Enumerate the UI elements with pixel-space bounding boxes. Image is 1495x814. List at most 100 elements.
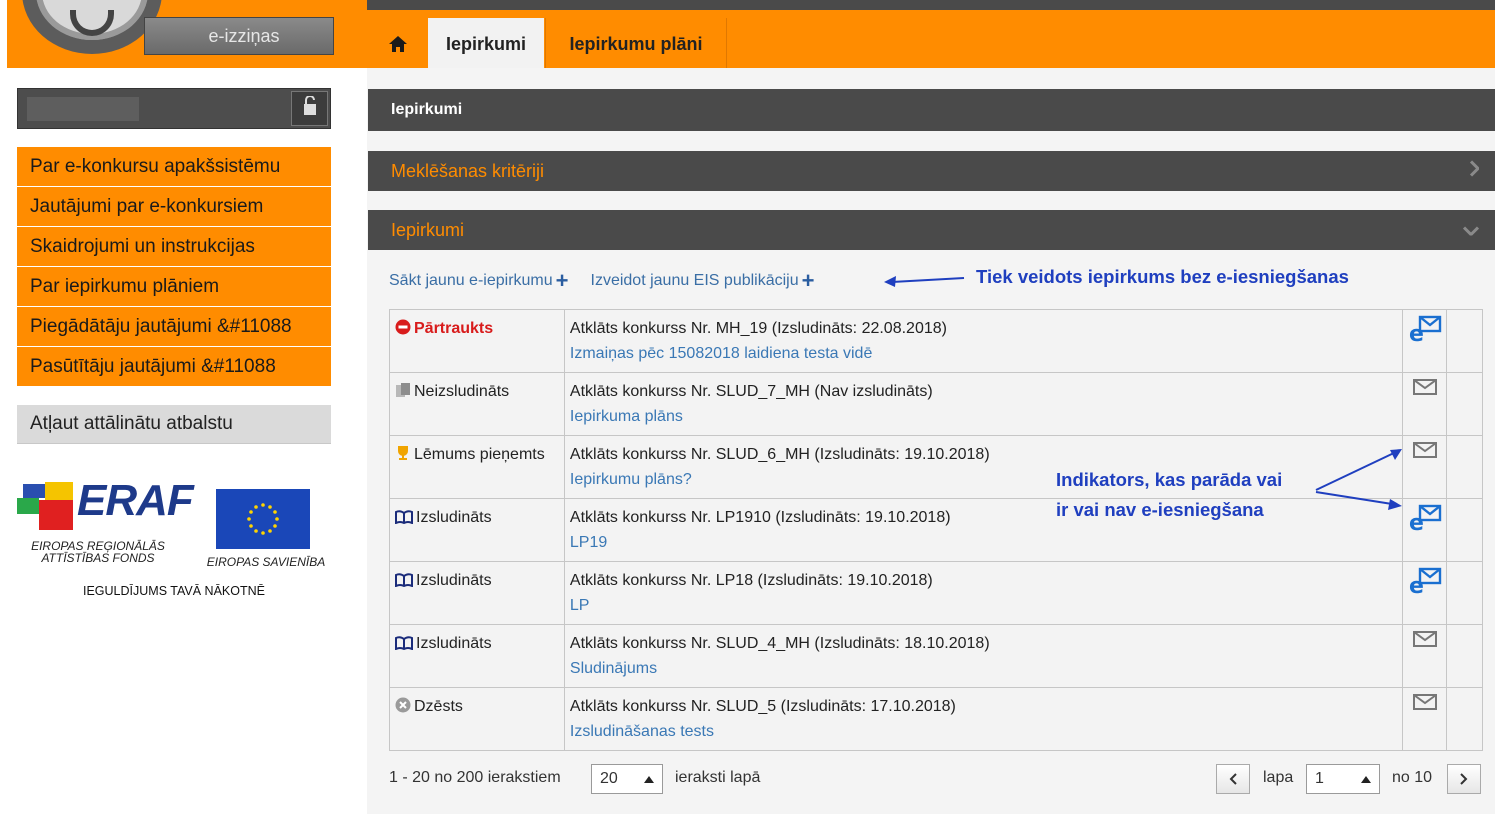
- table-row[interactable]: Pārtraukts Atklāts konkurss Nr. MH_19 (I…: [389, 309, 1483, 373]
- status-label: Neizsludināts: [414, 383, 510, 400]
- procurements-header[interactable]: Iepirkumi: [368, 210, 1495, 250]
- procurement-link[interactable]: Sludinājums: [570, 656, 1397, 681]
- e-submission-icon[interactable]: e: [1408, 504, 1442, 536]
- annotation-arrow-icon: [884, 276, 965, 287]
- sidebar-item-par-planiem[interactable]: Par iepirkumu plāniem: [17, 267, 331, 307]
- status-cell: Lēmums pieņemts: [389, 435, 565, 499]
- procurement-title: Atklāts konkurss Nr. SLUD_5 (Izsludināts…: [569, 698, 956, 715]
- status-label: Izsludināts: [416, 635, 492, 652]
- book-icon: [395, 633, 413, 658]
- create-eis-publication-link[interactable]: Izveidot jaunu EIS publikāciju: [591, 272, 799, 290]
- envelope-icon[interactable]: [1412, 378, 1438, 396]
- procurement-title: Atklāts konkurss Nr. LP18 (Izsludināts: …: [569, 572, 933, 589]
- status-cell: Neizsludināts: [389, 372, 565, 436]
- status-cell: Dzēsts: [389, 687, 565, 751]
- sidebar-item-piegadataju[interactable]: Piegādātāju jautājumi &#11088: [17, 307, 331, 347]
- e-submission-cell: e: [1402, 561, 1448, 625]
- e-izzinas-button[interactable]: e-izziņas: [144, 17, 334, 55]
- unlock-icon: [303, 95, 317, 121]
- deleted-icon: [395, 696, 411, 721]
- eraf-subtitle-line2: ATTĪSTĪBAS FONDS: [41, 551, 155, 565]
- procurement-title: Atklāts konkurss Nr. SLUD_4_MH (Izsludin…: [569, 635, 990, 652]
- status-label: Izsludināts: [416, 572, 492, 589]
- caret-up-icon: [1361, 776, 1371, 783]
- eraf-text: ERAF: [77, 476, 194, 525]
- procurement-title: Atklāts konkurss Nr. SLUD_6_MH (Izsludin…: [569, 446, 990, 463]
- procurement-cell: Atklāts konkurss Nr. LP18 (Izsludināts: …: [563, 561, 1404, 625]
- annotation-indicator: Indikators, kas parāda vai ir vai nav e-…: [1056, 465, 1282, 525]
- svg-text:e: e: [1409, 574, 1424, 595]
- start-new-e-procurement-link[interactable]: Sākt jaunu e-iepirkumu: [389, 272, 553, 290]
- annotation-no-e-submission: Tiek veidots iepirkums bez e-iesniegšana…: [976, 266, 1349, 287]
- procurement-cell: Atklāts konkurss Nr. MH_19 (Izsludināts:…: [563, 309, 1404, 373]
- prev-page-button[interactable]: [1216, 764, 1250, 794]
- status-cell: Izsludināts: [389, 561, 565, 625]
- status-label: Lēmums pieņemts: [414, 446, 545, 463]
- login-input[interactable]: [27, 97, 139, 121]
- chevron-right-icon: [1469, 160, 1481, 182]
- plus-icon[interactable]: +: [802, 270, 815, 292]
- book-icon: [395, 570, 413, 595]
- table-row[interactable]: Izsludināts Atklāts konkurss Nr. SLUD_4_…: [389, 624, 1483, 688]
- envelope-icon[interactable]: [1412, 630, 1438, 648]
- home-icon[interactable]: [378, 22, 418, 66]
- annotation-arrows-icon: [1315, 449, 1402, 510]
- page-size-select[interactable]: 20: [591, 764, 663, 794]
- sidebar-item-pasutitaju[interactable]: Pasūtītāju jautājumi &#11088: [17, 347, 331, 387]
- procurement-link[interactable]: LP19: [570, 530, 1397, 555]
- stop-icon: [395, 318, 411, 343]
- procurement-link[interactable]: Iepirkuma plāns: [570, 404, 1397, 429]
- procurement-title: Atklāts konkurss Nr. MH_19 (Izsludināts:…: [569, 320, 947, 337]
- chevron-down-icon: [1462, 220, 1480, 241]
- eu-subtitle: EIROPAS SAVIENĪBA: [206, 555, 326, 569]
- search-criteria-header[interactable]: Meklēšanas kritēriji: [368, 151, 1495, 191]
- tab-iepirkumi[interactable]: Iepirkumi: [428, 18, 544, 70]
- eu-flag-icon: [216, 489, 310, 549]
- procurement-link[interactable]: LP: [570, 593, 1397, 618]
- status-label: Pārtraukts: [414, 320, 494, 337]
- page-total: no 10: [1392, 769, 1433, 786]
- eraf-subtitle: EIROPAS REĢIONĀLĀS ATTĪSTĪBAS FONDS: [13, 540, 183, 564]
- pagination-bar: 1 - 20 no 200 ierakstiem 20 ieraksti lap…: [389, 762, 1483, 796]
- caret-up-icon: [644, 776, 654, 783]
- top-dark-strip: [367, 0, 1495, 10]
- table-row[interactable]: Izsludināts Atklāts konkurss Nr. LP18 (I…: [389, 561, 1483, 625]
- procurement-cell: Atklāts konkurss Nr. SLUD_5 (Izsludināts…: [563, 687, 1404, 751]
- table-row[interactable]: Dzēsts Atklāts konkurss Nr. SLUD_5 (Izsl…: [389, 687, 1483, 751]
- per-page-label: ieraksti lapā: [675, 769, 761, 786]
- svg-text:e: e: [1409, 511, 1424, 532]
- e-submission-cell: e: [1402, 309, 1448, 373]
- chevron-right-icon: [1460, 773, 1468, 785]
- record-count: 1 - 20 no 200 ierakstiem: [389, 769, 561, 786]
- action-links: Sākt jaunu e-iepirkumu + Izveidot jaunu …: [389, 268, 836, 294]
- sidebar-item-par-e-konkursu[interactable]: Par e-konkursu apakšsistēmu: [17, 147, 331, 187]
- book-icon: [395, 507, 413, 532]
- page-size-value: 20: [600, 770, 618, 787]
- e-submission-cell: [1402, 372, 1448, 436]
- sidebar-menu: Par e-konkursu apakšsistēmu Jautājumi pa…: [17, 147, 331, 387]
- e-submission-icon[interactable]: e: [1408, 315, 1442, 347]
- lock-button[interactable]: [291, 91, 328, 126]
- e-submission-cell: [1402, 624, 1448, 688]
- svg-text:e: e: [1409, 322, 1424, 343]
- status-cell: Izsludināts: [389, 498, 565, 562]
- envelope-icon[interactable]: [1412, 693, 1438, 711]
- plus-icon[interactable]: +: [556, 270, 569, 292]
- table-row[interactable]: Neizsludināts Atklāts konkurss Nr. SLUD_…: [389, 372, 1483, 436]
- envelope-icon[interactable]: [1412, 441, 1438, 459]
- sidebar-item-skaidrojumi[interactable]: Skaidrojumi un instrukcijas: [17, 227, 331, 267]
- tab-iepirkumu-plani[interactable]: Iepirkumu plāni: [545, 18, 727, 70]
- status-label: Izsludināts: [416, 509, 492, 526]
- page-number-select[interactable]: 1: [1306, 764, 1380, 794]
- chevron-left-icon: [1229, 773, 1237, 785]
- procurement-title: Atklāts konkurss Nr. SLUD_7_MH (Nav izsl…: [569, 383, 933, 400]
- sidebar-item-jautajumi[interactable]: Jautājumi par e-konkursiem: [17, 187, 331, 227]
- remote-support-button[interactable]: Atļaut attālinātu atbalstu: [17, 405, 331, 444]
- status-cell: Izsludināts: [389, 624, 565, 688]
- procurement-link[interactable]: Izmaiņas pēc 15082018 laidiena testa vid…: [570, 341, 1397, 366]
- e-submission-icon[interactable]: e: [1408, 567, 1442, 599]
- next-page-button[interactable]: [1447, 764, 1481, 794]
- annotation-indicator-line2: ir vai nav e-iesniegšana: [1056, 499, 1264, 520]
- procurement-link[interactable]: Izsludināšanas tests: [570, 719, 1397, 744]
- page-title: Iepirkumi: [368, 89, 1495, 131]
